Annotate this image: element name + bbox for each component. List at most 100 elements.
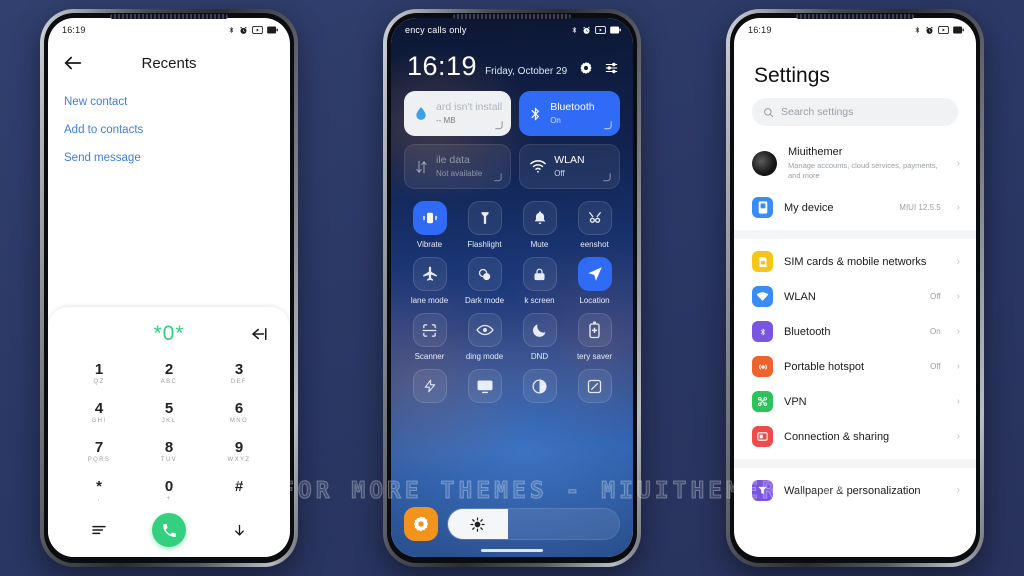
brightness-slider-fill [448, 509, 508, 539]
settings-row-wlan[interactable]: WLAN Off › [734, 279, 976, 314]
qs-screenshot[interactable]: eenshot [567, 201, 622, 249]
qs-location[interactable]: Location [567, 257, 622, 305]
wallpaper-icon [752, 480, 773, 501]
settings-row-my-device[interactable]: My device MIUI 12.5.5 › [734, 190, 976, 225]
qs-scanner[interactable]: Scanner [402, 313, 457, 361]
battery-icon [267, 26, 278, 34]
sun-icon [470, 516, 486, 532]
dial-key-8[interactable]: 8 TUV [134, 435, 204, 467]
qs-contrast[interactable] [512, 369, 567, 408]
dial-key-3[interactable]: 3 DEF [204, 357, 274, 389]
search-settings-field[interactable]: Search settings [752, 98, 958, 126]
dial-key-1[interactable]: 1 QZ [64, 357, 134, 389]
device-glyph [758, 201, 767, 214]
battery-icon [610, 26, 621, 34]
dial-key-4[interactable]: 4 GHI [64, 396, 134, 428]
settings-sliders-icon[interactable] [604, 61, 619, 75]
menu-icon[interactable] [91, 522, 107, 538]
qs-icon-wrap [467, 313, 502, 347]
key-digit: 1 [94, 361, 104, 378]
row-label: Bluetooth [784, 325, 831, 338]
tile-expand-icon[interactable] [601, 172, 612, 183]
qs-icon-wrap [467, 201, 502, 235]
chevron-right-icon: › [956, 485, 960, 496]
backspace-icon[interactable] [250, 325, 268, 343]
tile-expand-icon[interactable] [493, 120, 504, 131]
dial-key-0[interactable]: 0 + [134, 474, 204, 506]
brightness-auto-icon[interactable] [579, 61, 593, 75]
dial-key-6[interactable]: 6 MNO [204, 396, 274, 428]
qs-label: DND [530, 352, 549, 361]
account-subtitle: Manage accounts, cloud services, payment… [788, 161, 938, 180]
settings-row-bluetooth[interactable]: Bluetooth On › [734, 314, 976, 349]
qs-flashlight[interactable]: Flashlight [457, 201, 512, 249]
qs-cast[interactable] [457, 369, 512, 408]
earpiece-speaker [453, 14, 571, 19]
new-contact-link[interactable]: New contact [64, 96, 274, 108]
qs-reading-mode[interactable]: ding mode [457, 313, 512, 361]
row-text: Wallpaper & personalization [784, 484, 930, 498]
qs-lock-screen[interactable]: k screen [512, 257, 567, 305]
qs-mute[interactable]: Mute [512, 201, 567, 249]
tile-expand-icon[interactable] [602, 120, 613, 131]
qs-icon-wrap [522, 313, 557, 347]
row-label: SIM cards & mobile networks [784, 255, 927, 268]
dial-key-9[interactable]: 9 WXYZ [204, 435, 274, 467]
qs-airplane-mode[interactable]: lane mode [402, 257, 457, 305]
tile-mobile-data[interactable]: ile data Not available [404, 144, 512, 189]
tile-title: ile data [436, 153, 470, 166]
chevron-right-icon: › [956, 326, 960, 337]
qs-dnd[interactable]: DND [512, 313, 567, 361]
dial-key-star[interactable]: *, [64, 474, 134, 506]
settings-row-portable-hotspot[interactable]: Portable hotspot Off › [734, 349, 976, 384]
settings-app: 16:19 Settings Search settings Miuitheme… [734, 18, 976, 557]
call-button[interactable] [152, 513, 186, 547]
qs-dark-mode[interactable]: Dark mode [457, 257, 512, 305]
status-time: 16:19 [62, 25, 86, 35]
settings-row-sim-cards[interactable]: SIM cards & mobile networks › [734, 244, 976, 279]
hide-dialpad-icon[interactable] [232, 523, 247, 538]
bluetooth-icon [915, 27, 920, 33]
sim-glyph [758, 256, 767, 267]
row-label: Connection & sharing [784, 430, 890, 443]
settings-row-connection-sharing[interactable]: Connection & sharing › [734, 419, 976, 454]
hotspot-glyph [758, 363, 767, 370]
qs-battery-saver[interactable]: tery saver [567, 313, 622, 361]
battery-saver-icon [589, 321, 600, 339]
qs-expand[interactable] [567, 369, 622, 408]
back-arrow-icon[interactable] [62, 52, 84, 74]
key-letters: + [166, 496, 172, 502]
dial-key-7[interactable]: 7 PQRS [64, 435, 134, 467]
add-to-contacts-link[interactable]: Add to contacts [64, 124, 274, 136]
tile-wlan[interactable]: WLAN Off [519, 144, 620, 189]
row-label: Portable hotspot [784, 360, 865, 373]
settings-row-vpn[interactable]: VPN › [734, 384, 976, 419]
row-value: Off [930, 362, 941, 371]
screen-record-icon [252, 26, 263, 34]
tile-expand-icon[interactable] [492, 172, 503, 183]
dial-key-5[interactable]: 5 JKL [134, 396, 204, 428]
dial-key-hash[interactable]: # [204, 474, 274, 506]
settings-row-account[interactable]: Miuithemer Manage accounts, cloud servic… [734, 136, 976, 190]
home-indicator[interactable] [481, 549, 543, 552]
brightness-slider[interactable] [447, 508, 620, 540]
qs-label: k screen [524, 296, 555, 305]
section-divider [734, 459, 976, 468]
tile-bluetooth[interactable]: Bluetooth On [519, 91, 620, 136]
row-value: Off [930, 292, 941, 301]
dialer-empty-space [48, 180, 290, 307]
brightness-auto-button[interactable] [404, 507, 438, 541]
row-value: On [929, 327, 941, 336]
key-digit: 0 [164, 478, 174, 495]
qs-vibrate[interactable]: Vibrate [402, 201, 457, 249]
clock-time: 16:19 [407, 51, 478, 81]
tile-sim-card[interactable]: ard isn't install -- MB [404, 91, 512, 136]
mobile-data-icon [416, 160, 427, 173]
carrier-text: ency calls only [405, 25, 467, 35]
dial-key-2[interactable]: 2 ABC [134, 357, 204, 389]
row-label: My device [784, 201, 834, 214]
settings-row-wallpaper[interactable]: Wallpaper & personalization › [734, 473, 976, 508]
send-message-link[interactable]: Send message [64, 152, 274, 164]
qs-lightning[interactable] [402, 369, 457, 408]
qs-label: Scanner [414, 352, 445, 361]
